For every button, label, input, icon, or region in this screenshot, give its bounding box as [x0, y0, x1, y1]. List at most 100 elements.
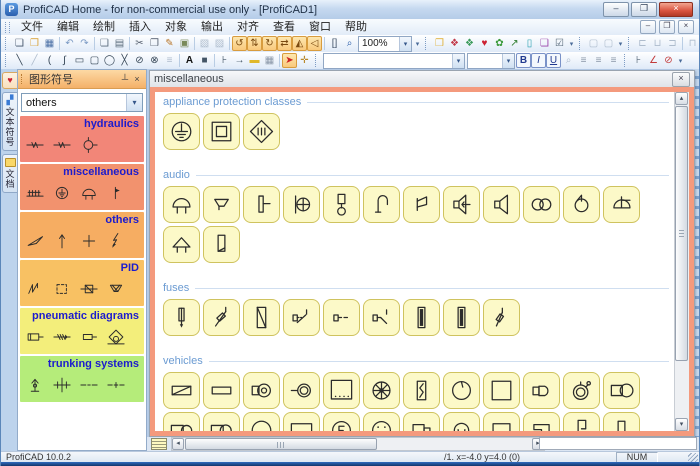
toolbar-grip[interactable] [315, 54, 319, 67]
sidebar-symbol-diamond-circle[interactable] [106, 327, 126, 352]
symbol-veh-fan[interactable] [363, 372, 400, 409]
paste-button[interactable]: ▣ [177, 36, 192, 51]
chevron-down-icon[interactable]: ▾ [452, 54, 464, 68]
draw-circle-slash-button[interactable]: ⊘ [132, 53, 147, 68]
symbol-fuse-filled-2[interactable] [443, 299, 480, 336]
draw-rectangle-button[interactable]: ▭ [72, 53, 87, 68]
symbol-pickup[interactable] [563, 186, 600, 223]
menu-item-7[interactable]: 查看 [266, 20, 302, 35]
bold-button[interactable]: B [516, 53, 531, 68]
pan-tool-button[interactable]: ✛ [297, 53, 312, 68]
symbol-fuse-diagonal[interactable] [243, 299, 280, 336]
symbol-veh-b2[interactable] [203, 412, 240, 431]
minimize-button[interactable]: – [603, 2, 629, 17]
toolbar-grip[interactable] [425, 37, 429, 50]
symbol-tent-antenna[interactable] [163, 226, 200, 263]
pin-icon[interactable]: ┴ [119, 74, 131, 84]
new-button[interactable]: ❏ [12, 36, 27, 51]
format-painter-button[interactable]: ✎ [162, 36, 177, 51]
chevron-down-icon[interactable]: ▾ [502, 54, 514, 68]
para-align-right-button[interactable]: ≡ [606, 53, 621, 68]
category-miscellaneous[interactable]: miscellaneous [20, 164, 144, 210]
mdi-minimize-button[interactable]: – [640, 20, 656, 34]
symbol-fuse-striker[interactable] [163, 299, 200, 336]
symbol-veh-b1[interactable] [163, 412, 200, 431]
toolbar-overflow-chevron-icon[interactable]: ▾ [676, 57, 685, 65]
symbol-veh-box[interactable] [203, 372, 240, 409]
save-button[interactable]: ▦ [42, 36, 57, 51]
document-title-bar[interactable]: miscellaneous × [150, 71, 694, 88]
select-mode-2-button[interactable]: ▢ [601, 36, 616, 51]
symbol-membrane[interactable] [243, 186, 280, 223]
print-button[interactable]: ▤ [112, 36, 127, 51]
category-pid[interactable]: PID [20, 260, 144, 306]
toolbar-grip[interactable] [5, 37, 9, 50]
symbol-plate-hook[interactable] [203, 226, 240, 263]
symbol-fuse-small[interactable] [483, 299, 520, 336]
symbol-group-dropdown[interactable]: others ▾ [21, 93, 143, 112]
favorites-button[interactable]: ♥ [477, 36, 492, 51]
sidebar-symbol-flag[interactable] [106, 183, 126, 208]
sidebar-tab-text-symbols[interactable]: ▞ 文本符号 [2, 92, 18, 151]
options-button[interactable]: ☑ [552, 36, 567, 51]
symbol-veh-square-dots[interactable] [323, 372, 360, 409]
symbol-horn-small[interactable] [403, 186, 440, 223]
symbol-microphone[interactable] [283, 186, 320, 223]
sidebar-symbol-zigzag[interactable] [25, 279, 45, 304]
menu-item-5[interactable]: 输出 [194, 20, 230, 35]
undo-button[interactable]: ↶ [62, 36, 77, 51]
sidebar-symbol-fence[interactable] [25, 183, 45, 208]
draw-ellipse-button[interactable]: ◯ [102, 53, 117, 68]
symbols-flower-button[interactable]: ✿ [492, 36, 507, 51]
copy-button[interactable]: ❐ [147, 36, 162, 51]
select-tool-button[interactable]: ➤ [282, 53, 297, 68]
symbol-veh-circle-box[interactable] [243, 372, 280, 409]
select-mode-1-button[interactable]: ▢ [586, 36, 601, 51]
vertical-scrollbar[interactable]: ▴ ▾ [674, 92, 689, 431]
sidebar-symbol-dash-line2[interactable] [106, 375, 126, 400]
symbol-microphone-stand[interactable] [323, 186, 360, 223]
junction-tool-button[interactable]: ⊦ [217, 53, 232, 68]
category-others[interactable]: others [20, 212, 144, 258]
arrow-tool-button[interactable]: → [232, 53, 247, 68]
symbol-veh-box-circle[interactable] [603, 372, 640, 409]
dimension-angle-button[interactable]: ∠ [646, 53, 661, 68]
symbol-veh-box-tab[interactable] [403, 412, 440, 431]
sidebar-symbol-cross-line[interactable] [52, 375, 72, 400]
sidebar-symbol-dashed-box[interactable] [52, 279, 72, 304]
sidebar-symbol-earth-circle[interactable] [52, 183, 72, 208]
restore-button[interactable]: ❐ [631, 2, 657, 17]
menu-item-4[interactable]: 对象 [158, 20, 194, 35]
close-button[interactable]: × [659, 2, 693, 17]
toolbar-overflow-chevron-icon[interactable]: ▾ [567, 40, 576, 48]
draw-lines-button[interactable]: ≡ [162, 53, 177, 68]
menu-item-1[interactable]: 编辑 [50, 20, 86, 35]
symbol-class2-square[interactable] [203, 113, 240, 150]
symbol-veh-circle-stem[interactable] [283, 372, 320, 409]
sidebar-symbol-valve-chain[interactable] [52, 327, 72, 352]
grid-tool-button[interactable]: ▦ [262, 53, 277, 68]
symbol-veh-stopwatch[interactable] [563, 372, 600, 409]
dimension-linear-button[interactable]: ⊦ [631, 53, 646, 68]
sidebar-symbol-arrow-up[interactable] [52, 231, 72, 256]
zoom-text-button[interactable]: ⌕ [561, 53, 576, 68]
sidebar-symbol-hose[interactable] [25, 135, 45, 160]
symbol-veh-box-s[interactable] [403, 372, 440, 409]
symbol-fuse-switch-sm[interactable] [203, 299, 240, 336]
symbol-veh-square[interactable] [483, 372, 520, 409]
para-align-center-button[interactable]: ≡ [591, 53, 606, 68]
scroll-down-icon[interactable]: ▾ [675, 418, 688, 431]
align-right-button[interactable]: ⊐ [665, 36, 680, 51]
scroll-left-icon[interactable]: ◂ [172, 438, 184, 450]
sidebar-tab-documents[interactable]: 文档 [2, 154, 18, 193]
cut-button[interactable]: ✂ [132, 36, 147, 51]
font-size-combo[interactable]: ▾ [467, 53, 515, 69]
symbol-fuse-dash[interactable] [323, 299, 360, 336]
symbol-veh-circle-dots[interactable] [363, 412, 400, 431]
category-pneumatic-diagrams[interactable]: pneumatic diagrams [20, 308, 144, 354]
para-align-left-button[interactable]: ≡ [576, 53, 591, 68]
zoom-level-combo[interactable]: 100%▾ [358, 36, 412, 52]
symbol-veh-box-diagonal[interactable] [163, 372, 200, 409]
category-trunking-systems[interactable]: trunking systems [20, 356, 144, 402]
symbol-fuse-release[interactable] [283, 299, 320, 336]
